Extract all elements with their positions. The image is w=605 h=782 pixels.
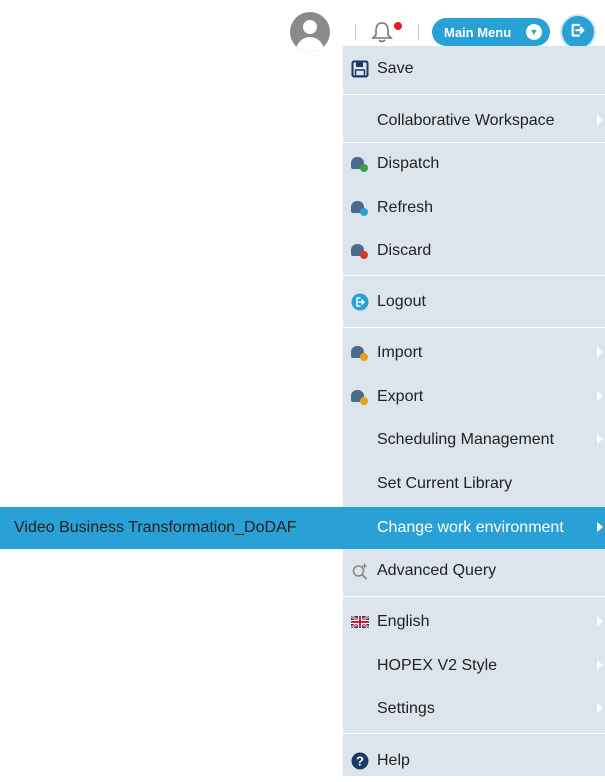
chevron-right-icon	[597, 115, 603, 125]
svg-text:?: ?	[356, 754, 364, 769]
menu-item-dispatch[interactable]: Dispatch	[343, 143, 605, 185]
menu-item-set-current-library[interactable]: Set Current Library	[343, 463, 605, 505]
uk-flag-icon	[351, 614, 369, 630]
menu-item-english[interactable]: English	[343, 601, 605, 643]
menu-item-hopex-v2-style[interactable]: HOPEX V2 Style	[343, 645, 605, 687]
menu-item-advanced-query[interactable]: Advanced Query	[343, 550, 605, 592]
refresh-icon	[351, 201, 368, 216]
header-separator	[418, 24, 419, 40]
help-icon: ?	[351, 752, 369, 770]
chevron-right-icon	[597, 703, 603, 713]
logout-button[interactable]	[560, 14, 596, 50]
chevron-right-icon	[597, 391, 603, 401]
menu-item-scheduling-management[interactable]: Scheduling Management	[343, 419, 605, 461]
export-icon	[351, 390, 368, 405]
save-icon	[351, 60, 369, 78]
notification-dot-icon	[394, 22, 402, 30]
menu-divider	[343, 596, 605, 597]
menu-item-discard[interactable]: Discard	[343, 230, 605, 272]
chevron-down-icon: ▼	[526, 24, 542, 40]
user-avatar-icon[interactable]	[290, 12, 330, 52]
import-icon	[351, 346, 368, 361]
menu-item-import[interactable]: Import	[343, 332, 605, 374]
chevron-right-icon	[597, 434, 603, 444]
menu-divider	[343, 327, 605, 328]
chevron-right-icon	[597, 616, 603, 626]
notification-bell-icon[interactable]	[371, 20, 393, 44]
chevron-right-icon	[597, 347, 603, 357]
menu-divider	[343, 275, 605, 276]
dispatch-icon	[351, 157, 368, 172]
menu-item-refresh[interactable]: Refresh	[343, 187, 605, 229]
logout-icon	[351, 293, 369, 311]
work-environment-submenu-item[interactable]: Video Business Transformation_DoDAF	[0, 507, 343, 549]
menu-item-save[interactable]: Save	[343, 48, 605, 90]
chevron-right-icon	[597, 522, 603, 532]
main-menu-button[interactable]: Main Menu ▼	[432, 18, 550, 46]
menu-item-logout[interactable]: Logout	[343, 281, 605, 323]
menu-item-change-work-environment[interactable]: Change work environment	[343, 507, 605, 549]
menu-divider	[343, 733, 605, 734]
menu-item-collaborative-workspace[interactable]: Collaborative Workspace	[343, 100, 605, 142]
menu-item-settings[interactable]: Settings	[343, 688, 605, 730]
chevron-right-icon	[597, 660, 603, 670]
main-menu-dropdown: Save Collaborative Workspace Dispatch Re…	[343, 46, 605, 776]
discard-icon	[351, 244, 368, 259]
logout-icon	[571, 23, 585, 37]
header-separator	[355, 24, 356, 40]
menu-item-export[interactable]: Export	[343, 376, 605, 418]
menu-divider	[343, 94, 605, 95]
environment-label: Video Business Transformation_DoDAF	[14, 519, 297, 536]
main-menu-label: Main Menu	[444, 24, 512, 40]
advanced-query-icon	[352, 563, 367, 580]
